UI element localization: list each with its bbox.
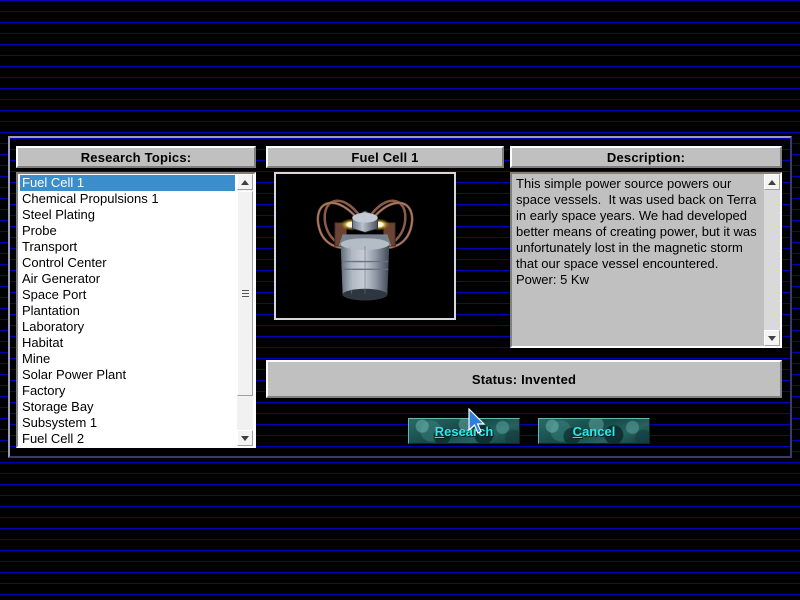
list-item[interactable]: Plantation	[20, 303, 235, 319]
list-item[interactable]: Habitat	[20, 335, 235, 351]
description-scrollbar[interactable]	[764, 174, 780, 346]
scrollbar-grip-icon	[241, 290, 249, 297]
scroll-up-arrow-icon	[768, 179, 776, 185]
list-item[interactable]: Chemical Propulsions 1	[20, 191, 235, 207]
description-header: Description:	[510, 146, 782, 168]
game-screen: Research Topics: Fuel Cell 1 Description…	[0, 0, 800, 600]
list-item[interactable]: Air Generator	[20, 271, 235, 287]
dialog-background: Research Topics: Fuel Cell 1 Description…	[10, 138, 790, 456]
research-topics-header: Research Topics:	[16, 146, 256, 168]
description-scroll-up-button[interactable]	[764, 174, 780, 190]
description-scroll-down-button[interactable]	[764, 330, 780, 346]
research-dialog: Research Topics: Fuel Cell 1 Description…	[8, 136, 792, 458]
scroll-down-arrow-icon	[241, 435, 249, 441]
list-item[interactable]: Storage Bay	[20, 399, 235, 415]
selected-item-header: Fuel Cell 1	[266, 146, 504, 168]
list-item[interactable]: Mine	[20, 351, 235, 367]
list-item[interactable]: Probe	[20, 223, 235, 239]
cancel-button[interactable]: Cancel	[538, 418, 650, 444]
description-text: This simple power source powers our spac…	[516, 176, 761, 287]
list-item[interactable]: Control Center	[20, 255, 235, 271]
list-item[interactable]: Steel Plating	[20, 207, 235, 223]
status-bar: Status: Invented	[266, 360, 782, 398]
description-textbox[interactable]: This simple power source powers our spac…	[510, 172, 782, 348]
topics-scrollbar-thumb[interactable]	[237, 191, 253, 396]
list-item[interactable]: Subsystem 1	[20, 415, 235, 431]
topics-scroll-up-button[interactable]	[237, 174, 253, 190]
research-button-label: esearch	[444, 423, 494, 439]
list-item[interactable]: Space Port	[20, 287, 235, 303]
scroll-down-arrow-icon	[768, 335, 776, 341]
research-topics-listbox[interactable]: Fuel Cell 1 Chemical Propulsions 1 Steel P…	[16, 172, 256, 448]
list-item[interactable]: Fuel Cell 1	[20, 175, 235, 191]
fuel-cell-preview-image	[276, 174, 454, 318]
list-item[interactable]: Transport	[20, 239, 235, 255]
topics-scrollbar[interactable]	[237, 174, 253, 446]
cancel-button-accel: C	[572, 423, 583, 439]
scroll-up-arrow-icon	[241, 179, 249, 185]
item-preview-frame	[274, 172, 456, 320]
research-button[interactable]: Research	[408, 418, 520, 444]
list-item[interactable]: Fuel Cell 2	[20, 431, 235, 446]
cancel-button-label: ancel	[582, 423, 616, 439]
research-topics-list[interactable]: Fuel Cell 1 Chemical Propulsions 1 Steel P…	[20, 175, 235, 446]
list-item[interactable]: Factory	[20, 383, 235, 399]
research-button-accel: R	[434, 423, 445, 439]
list-item[interactable]: Solar Power Plant	[20, 367, 235, 383]
list-item[interactable]: Laboratory	[20, 319, 235, 335]
topics-scroll-down-button[interactable]	[237, 430, 253, 446]
